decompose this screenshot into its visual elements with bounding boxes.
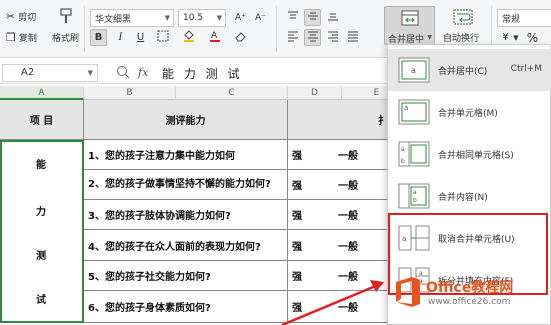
watermark: Office教程网 www.office26.com: [394, 272, 544, 314]
office-logo-icon: [394, 276, 422, 311]
watermark-brand: Office教程网: [426, 280, 514, 296]
watermark-url: www.office26.com: [428, 297, 511, 307]
spreadsheet-window: ✂ 剪切 ❐ 复制 格式刷 华文细黑 ▼ 10.5 ▼ A⁺ A⁻ B I U: [0, 0, 551, 325]
